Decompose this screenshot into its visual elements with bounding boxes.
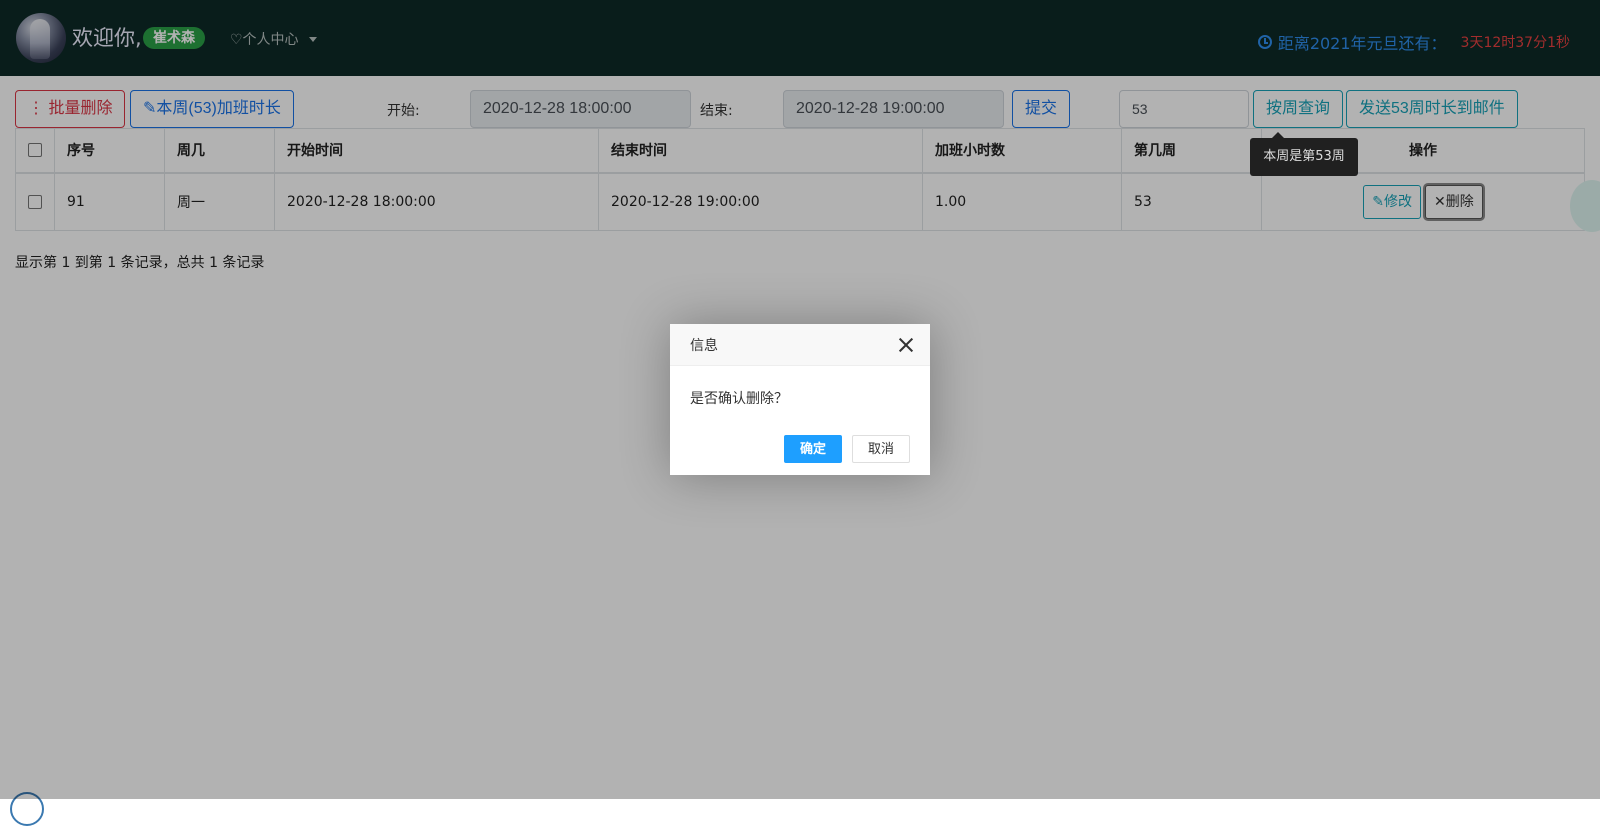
confirm-dialog: 信息 是否确认删除？ 确定 取消 [670,324,930,475]
week-tooltip: 本周是第53周 [1250,132,1358,176]
cancel-button[interactable]: 取消 [851,435,910,463]
confirm-button[interactable]: 确定 [783,435,842,463]
dialog-header: 信息 [670,324,930,366]
dialog-title: 信息 [690,337,718,353]
dialog-footer: 确定 取消 [783,435,910,463]
dialog-message: 是否确认删除？ [690,390,788,406]
close-icon[interactable] [898,337,914,353]
